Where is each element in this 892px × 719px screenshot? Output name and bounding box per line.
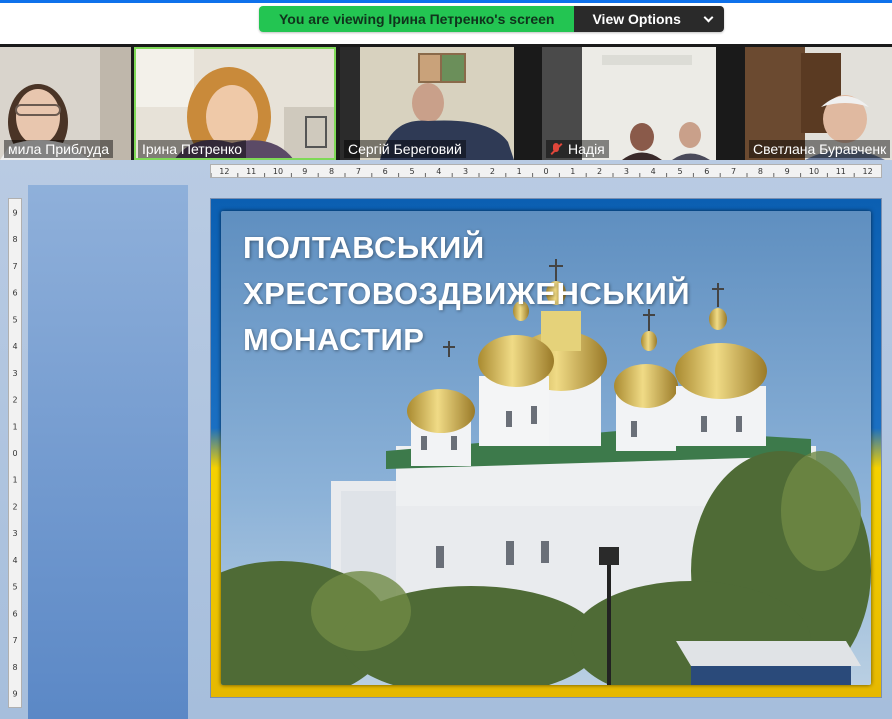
- ruler-tick-label: 10: [809, 167, 819, 176]
- ruler-tick-label: 5: [409, 167, 414, 176]
- ruler-tick-label: 8: [329, 167, 334, 176]
- zoom-window: You are viewing Ірина Петренко's screen …: [0, 0, 892, 719]
- shared-screen: 12 11 10 9 8 7 6 5 4 3 2 1 0 1 2 3 4 5 6 7 8 9 10 11 12 98765432…: [0, 160, 892, 719]
- ruler-tick-label: 3: [463, 167, 468, 176]
- ruler-tick-label: 6: [704, 167, 709, 176]
- slides-pane: [28, 185, 188, 719]
- chevron-down-icon: [703, 12, 714, 22]
- participant-name: Сергій Береговий: [344, 140, 466, 158]
- ruler-tick-label: 1: [570, 167, 575, 176]
- slide-title: ПОЛТАВСЬКИЙ ХРЕСТОВОЗДВИЖЕНСЬКИЙ МОНАСТИ…: [243, 225, 723, 363]
- ruler-tick-label: 2: [12, 502, 17, 511]
- ruler-tick-label: 4: [651, 167, 656, 176]
- share-banner: You are viewing Ірина Петренко's screen …: [259, 6, 724, 32]
- ruler-tick-label: 10: [273, 167, 283, 176]
- participant-name: Светлана Буравченк: [749, 140, 891, 158]
- ruler-tick-label: 6: [383, 167, 388, 176]
- ruler-tick-label: 3: [624, 167, 629, 176]
- participant-tile[interactable]: Сергій Береговий: [340, 47, 514, 160]
- ruler-tick-label: 8: [758, 167, 763, 176]
- ruler-tick-label: 7: [731, 167, 736, 176]
- slide-canvas[interactable]: ПОЛТАВСЬКИЙ ХРЕСТОВОЗДВИЖЕНСЬКИЙ МОНАСТИ…: [210, 198, 882, 698]
- ruler-tick-label: 5: [12, 583, 17, 592]
- ruler-scale: 12 11 10 9 8 7 6 5 4 3 2 1 0 1 2 3 4 5 6 7 8 9 10 11 12: [210, 167, 873, 177]
- ruler-tick-label: 9: [12, 690, 17, 699]
- ruler-tick-label: 11: [246, 167, 256, 176]
- top-accent-line: [0, 0, 892, 3]
- ruler-tick-label: 2: [12, 396, 17, 405]
- ruler-tick-label: 9: [785, 167, 790, 176]
- ruler-tick-label: 8: [12, 235, 17, 244]
- participant-name-label: Надія: [568, 141, 605, 157]
- participant-tile-active-speaker[interactable]: Ірина Петренко: [134, 47, 336, 160]
- microphone-muted-icon: [550, 143, 562, 156]
- participant-name: Надія: [546, 140, 609, 158]
- ruler-scale: 9 8 7 6 5 4 3 2 1 0 1 2 3 4 5 6 7 8 9: [12, 208, 17, 699]
- ruler-tick-label: 5: [12, 315, 17, 324]
- ruler-tick-label: 0: [543, 167, 548, 176]
- ruler-tick-label: 8: [12, 663, 17, 672]
- top-bar: You are viewing Ірина Петренко's screen …: [0, 0, 892, 44]
- ruler-tick-label: 5: [677, 167, 682, 176]
- ruler-tick-label: 12: [863, 167, 873, 176]
- slide-title-line: ПОЛТАВСЬКИЙ: [243, 230, 485, 265]
- slide-title-line: ХРЕСТОВОЗДВИЖЕНСЬКИЙ: [243, 276, 691, 311]
- participant-tile[interactable]: мила Приблуда: [0, 47, 131, 160]
- vertical-ruler: 9 8 7 6 5 4 3 2 1 0 1 2 3 4 5 6 7 8 9: [8, 198, 22, 708]
- video-strip: мила Приблуда Ірина Петренко Сергій Бере…: [0, 44, 892, 160]
- ruler-tick-label: 11: [836, 167, 846, 176]
- ruler-tick-label: 6: [12, 289, 17, 298]
- participant-name: Ірина Петренко: [138, 140, 247, 158]
- ruler-tick-label: 1: [12, 422, 17, 431]
- ruler-tick-label: 9: [12, 208, 17, 217]
- slide-photo-monastery: ПОЛТАВСЬКИЙ ХРЕСТОВОЗДВИЖЕНСЬКИЙ МОНАСТИ…: [221, 211, 871, 685]
- ruler-tick-label: 12: [219, 167, 229, 176]
- ruler-tick-label: 2: [490, 167, 495, 176]
- participant-name: мила Приблуда: [4, 140, 114, 158]
- ruler-tick-label: 3: [12, 369, 17, 378]
- slide-title-line: МОНАСТИР: [243, 322, 425, 357]
- view-options-label: View Options: [592, 11, 681, 27]
- ruler-tick-label: 0: [12, 449, 17, 458]
- ruler-tick-label: 1: [12, 476, 17, 485]
- ruler-tick-label: 4: [12, 342, 17, 351]
- ruler-tick-label: 7: [12, 262, 17, 271]
- ruler-tick-label: 7: [356, 167, 361, 176]
- ruler-tick-label: 3: [12, 529, 17, 538]
- ruler-tick-label: 1: [517, 167, 522, 176]
- ruler-tick-label: 9: [302, 167, 307, 176]
- horizontal-ruler: 12 11 10 9 8 7 6 5 4 3 2 1 0 1 2 3 4 5 6 7 8 9 10 11 12: [210, 164, 882, 178]
- ruler-tick-label: 4: [436, 167, 441, 176]
- ruler-tick-label: 7: [12, 636, 17, 645]
- view-options-button[interactable]: View Options: [574, 6, 724, 32]
- participant-tile[interactable]: Надія: [542, 47, 716, 160]
- participant-tile[interactable]: Светлана Буравченк: [745, 47, 892, 160]
- ruler-tick-label: 6: [12, 609, 17, 618]
- ruler-tick-label: 2: [597, 167, 602, 176]
- viewing-screen-label: You are viewing Ірина Петренко's screen: [259, 6, 575, 32]
- ruler-tick-label: 4: [12, 556, 17, 565]
